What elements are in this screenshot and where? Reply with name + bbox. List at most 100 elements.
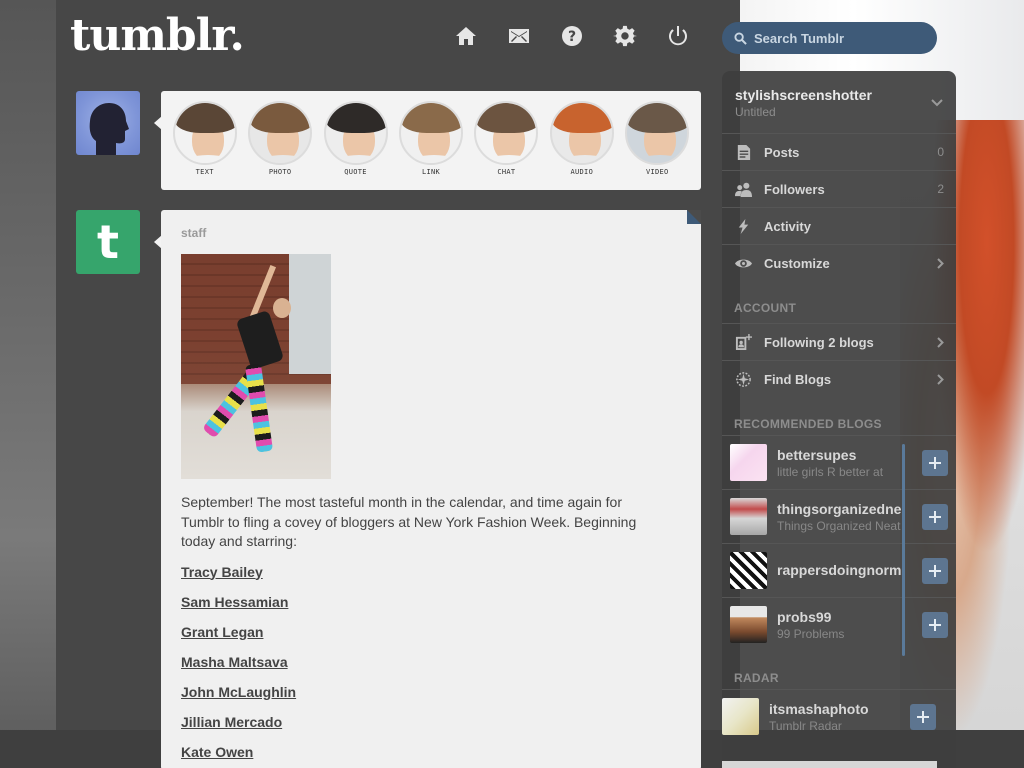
user-avatar[interactable] xyxy=(76,91,140,155)
post-photo[interactable] xyxy=(181,254,331,479)
follow-button[interactable] xyxy=(922,504,948,530)
sidebar-item-label: Find Blogs xyxy=(764,371,832,387)
follow-button[interactable] xyxy=(922,612,948,638)
blogger-link[interactable]: Masha Maltsava xyxy=(181,653,681,672)
svg-text:?: ? xyxy=(568,29,576,45)
post-type-link[interactable]: LINK xyxy=(397,101,465,190)
follow-button[interactable] xyxy=(922,558,948,584)
sidebar-item-customize[interactable]: Customize xyxy=(722,244,956,281)
radar-blog[interactable]: itsmashaphoto Tumblr Radar xyxy=(722,689,956,743)
followers-count: 2 xyxy=(937,182,944,196)
followers-icon xyxy=(734,180,752,198)
plus-icon xyxy=(929,619,941,631)
search-icon xyxy=(734,31,747,45)
post-type-label: AUDIO xyxy=(570,168,594,176)
post-type-selector: TEXT PHOTO QUOTE LINK CHAT AUDIO VIDEO xyxy=(161,91,701,190)
post-type-avatar xyxy=(248,101,313,165)
blog-name: stylishscreenshotter xyxy=(735,87,872,103)
staff-post: staff September! The most tasteful month… xyxy=(161,210,701,768)
sidebar-item-posts[interactable]: Posts 0 xyxy=(722,133,956,170)
search-bar[interactable] xyxy=(722,22,937,54)
post-author[interactable]: staff xyxy=(181,226,681,240)
blogger-link[interactable]: Tracy Bailey xyxy=(181,563,681,582)
post-type-photo[interactable]: PHOTO xyxy=(246,101,314,190)
radar-blog-title: itsmashaphoto xyxy=(769,700,869,717)
recommended-blog-title: thingsorganizedneatly xyxy=(777,500,901,517)
sidebar-item-followers[interactable]: Followers 2 xyxy=(722,170,956,207)
account-heading: ACCOUNT xyxy=(734,301,797,315)
chevron-right-icon xyxy=(937,373,944,385)
post-type-avatar xyxy=(474,101,539,165)
posts-count: 0 xyxy=(937,145,944,159)
radar-post-preview[interactable] xyxy=(722,761,937,768)
sidebar-item-following[interactable]: Following 2 blogs xyxy=(722,323,956,360)
post-type-text[interactable]: TEXT xyxy=(171,101,239,190)
radar-blog-desc: Tumblr Radar xyxy=(769,718,842,733)
recommended-blog-desc: little girls R better at xyxy=(777,464,884,479)
blogger-link[interactable]: Jillian Mercado xyxy=(181,713,681,732)
post-type-label: VIDEO xyxy=(645,168,669,176)
sidebar-item-label: Activity xyxy=(764,218,811,234)
gear-icon[interactable] xyxy=(611,22,639,50)
blogger-link[interactable]: Sam Hessamian xyxy=(181,593,681,612)
post-type-label: QUOTE xyxy=(344,168,367,176)
sidebar-item-label: Followers xyxy=(764,181,825,197)
recommended-blog[interactable]: rappersdoingnormalshit xyxy=(722,543,956,597)
mail-icon[interactable] xyxy=(505,22,533,50)
post-type-label: PHOTO xyxy=(268,168,292,176)
recommended-blog-title: probs99 xyxy=(777,608,832,625)
recommended-blog-title: bettersupes xyxy=(777,446,857,463)
recommended-blogs-list: bettersupes little girls R better at thing… xyxy=(722,435,956,651)
help-icon[interactable]: ? xyxy=(558,22,586,50)
blog-thumbnail xyxy=(730,444,767,481)
dashboard-sidebar: stylishscreenshotter Untitled Posts 0 Fo… xyxy=(722,71,956,768)
blogger-link[interactable]: John McLaughlin xyxy=(181,683,681,702)
recommended-blog-desc: 99 Problems xyxy=(777,626,845,641)
blogger-link[interactable]: Kate Owen xyxy=(181,743,681,762)
sidebar-item-activity[interactable]: Activity xyxy=(722,207,956,244)
blog-subtitle: Untitled xyxy=(735,105,776,119)
post-type-video[interactable]: VIDEO xyxy=(623,101,691,190)
recommended-scrollbar[interactable] xyxy=(902,444,905,656)
post-type-audio[interactable]: AUDIO xyxy=(548,101,616,190)
chevron-right-icon xyxy=(937,336,944,348)
blog-selector[interactable]: stylishscreenshotter Untitled xyxy=(722,71,956,133)
post-type-label: LINK xyxy=(421,168,440,176)
home-icon[interactable] xyxy=(452,22,480,50)
blogger-link[interactable]: Grant Legan xyxy=(181,623,681,642)
recommended-blog[interactable]: probs99 99 Problems xyxy=(722,597,956,651)
post-type-chat[interactable]: CHAT xyxy=(472,101,540,190)
staff-avatar[interactable]: t xyxy=(76,210,140,274)
recommended-blog[interactable]: thingsorganizedneatlyThings Organized Ne… xyxy=(722,489,956,543)
post-type-avatar xyxy=(625,101,690,165)
radar-heading: RADAR xyxy=(734,671,779,685)
recommended-heading: RECOMMENDED BLOGS xyxy=(734,417,882,431)
post-type-avatar xyxy=(172,101,237,165)
plus-icon xyxy=(929,511,941,523)
recommended-blog[interactable]: bettersupes little girls R better at xyxy=(722,435,956,489)
chevron-down-icon xyxy=(931,99,943,107)
search-input[interactable] xyxy=(754,30,924,46)
activity-icon xyxy=(734,217,752,235)
power-icon[interactable] xyxy=(664,22,692,50)
chevron-right-icon xyxy=(937,257,944,269)
sidebar-item-label: Following 2 blogs xyxy=(764,334,874,350)
follow-button[interactable] xyxy=(910,704,936,730)
sidebar-item-find-blogs[interactable]: Find Blogs xyxy=(722,360,956,397)
eye-icon xyxy=(734,254,752,272)
compass-icon xyxy=(734,370,752,388)
post-type-quote[interactable]: QUOTE xyxy=(322,101,390,190)
post-type-avatar xyxy=(398,101,463,165)
recommended-blog-desc: Things Organized Neatly xyxy=(777,518,901,533)
post-type-label: CHAT xyxy=(497,168,516,176)
tumblr-logo[interactable]: tumblr. xyxy=(70,10,245,61)
sidebar-item-label: Posts xyxy=(764,144,800,160)
follow-button[interactable] xyxy=(922,450,948,476)
posts-icon xyxy=(734,143,752,161)
blog-thumbnail xyxy=(730,498,767,535)
post-type-label: TEXT xyxy=(195,168,214,176)
plus-icon xyxy=(929,457,941,469)
blog-thumbnail xyxy=(730,606,767,643)
post-body-text: September! The most tasteful month in th… xyxy=(181,494,637,549)
post-fold-corner[interactable] xyxy=(687,210,701,224)
